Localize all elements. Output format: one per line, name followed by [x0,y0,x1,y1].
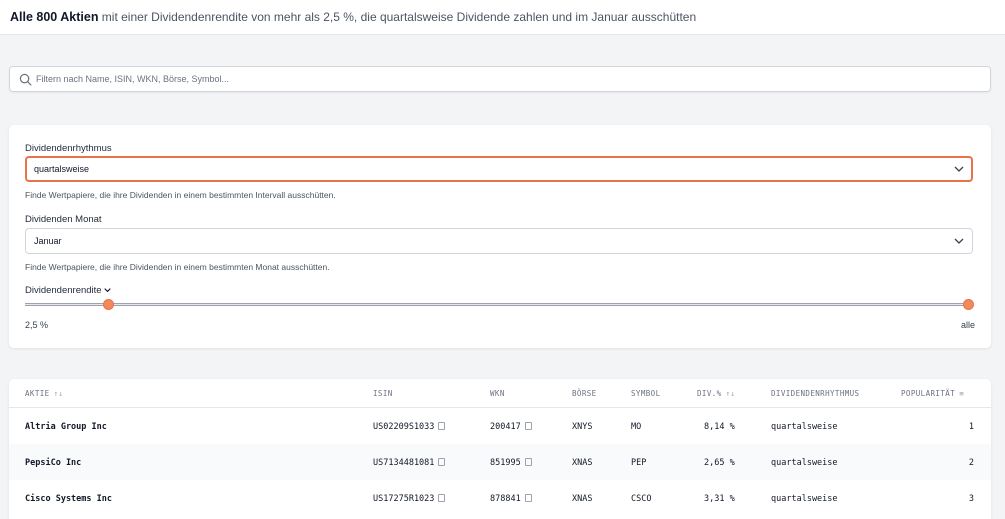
cell-popularity: 3 [968,494,974,504]
month-hint: Finde Wertpapiere, die ihre Dividenden i… [25,262,330,272]
cell-symbol: MO [631,422,642,432]
cell-dividend-yield: 8,14 % [704,422,735,432]
month-select[interactable]: Januar [25,228,973,254]
cell-wkn: 878841 [490,494,532,504]
table-header: AKTIE ↑↓ ISIN WKN BÖRSE SYMBOL DIV.% ↑↓ DI… [9,379,991,408]
column-header-aktie[interactable]: AKTIE ↑↓ [25,389,63,398]
result-count: Alle 800 Aktien [10,10,99,24]
result-description: mit einer Dividendenrendite von mehr als… [98,10,697,24]
table-row[interactable]: Cisco Systems Inc US17275R1023 878841 XN… [9,480,991,516]
cell-name[interactable]: PepsiCo Inc [25,458,81,468]
chevron-down-icon [954,166,964,172]
sort-icon: ↑↓ [53,389,64,398]
rhythm-select-value: quartalsweise [34,164,90,174]
search-bar [9,66,991,92]
copy-icon[interactable] [524,458,532,466]
table-row[interactable]: Altria Group Inc US02209S1033 200417 XNY… [9,408,991,444]
chevron-down-icon [103,288,111,293]
yield-slider-track[interactable] [25,303,969,306]
yield-max-value: alle [960,320,975,330]
filter-panel: Dividendenrhythmus quartalsweise Finde W… [9,125,991,348]
page-header: Alle 800 Aktien mit einer Dividendenrend… [0,0,1005,35]
cell-name[interactable]: Altria Group Inc [25,422,107,432]
table-row[interactable]: PepsiCo Inc US7134481081 851995 XNAS PEP… [9,444,991,480]
cell-rhythm: quartalsweise [771,458,838,468]
copy-icon[interactable] [438,494,446,502]
cell-wkn: 200417 [490,422,532,432]
column-header-symbol: SYMBOL [631,389,661,398]
cell-isin: US02209S1033 [373,422,446,432]
column-header-div[interactable]: DIV.% ↑↓ [697,389,735,398]
column-header-rhythm: DIVIDENDENRHYTHMUS [771,389,860,398]
rhythm-select[interactable]: quartalsweise [25,156,973,182]
month-select-value: Januar [34,236,62,246]
yield-range-toggle[interactable]: Dividendenrendite [25,285,111,296]
cell-rhythm: quartalsweise [771,494,838,504]
cell-dividend-yield: 3,31 % [704,494,735,504]
cell-isin: US17275R1023 [373,494,446,504]
cell-popularity: 1 [968,422,974,432]
cell-name[interactable]: Cisco Systems Inc [25,494,112,504]
column-header-wkn: WKN [490,389,505,398]
column-header-isin: ISIN [373,389,393,398]
yield-min-value: 2,5 % [25,320,49,330]
copy-icon[interactable] [438,458,446,466]
sort-icon: ↑↓ [725,389,736,398]
copy-icon[interactable] [524,494,532,502]
stock-table: AKTIE ↑↓ ISIN WKN BÖRSE SYMBOL DIV.% ↑↓ DI… [9,379,991,519]
cell-wkn: 851995 [490,458,532,468]
rhythm-hint: Finde Wertpapiere, die ihre Dividenden i… [25,190,336,200]
cell-symbol: CSCO [631,494,652,504]
cell-isin: US7134481081 [373,458,446,468]
cell-exchange: XNYS [572,422,593,432]
cell-popularity: 2 [968,458,974,468]
yield-label: Dividendenrendite [25,285,102,296]
yield-slider-max-thumb[interactable] [963,299,974,310]
cell-exchange: XNAS [572,494,593,504]
result-summary: Alle 800 Aktien mit einer Dividendenrend… [10,10,696,24]
cell-exchange: XNAS [572,458,593,468]
copy-icon[interactable] [438,422,446,430]
column-header-popularity[interactable]: POPULARITÄT ≡ [901,389,964,398]
column-header-boerse: BÖRSE [572,389,597,398]
search-icon [19,73,32,86]
yield-slider-min-thumb[interactable] [103,299,114,310]
cell-dividend-yield: 2,65 % [704,458,735,468]
chevron-down-icon [954,238,964,244]
cell-rhythm: quartalsweise [771,422,838,432]
copy-icon[interactable] [524,422,532,430]
rhythm-label: Dividendenrhythmus [25,143,112,154]
month-label: Dividenden Monat [25,214,102,225]
cell-symbol: PEP [631,458,647,468]
sort-desc-icon: ≡ [959,389,964,398]
search-input[interactable] [36,70,976,88]
